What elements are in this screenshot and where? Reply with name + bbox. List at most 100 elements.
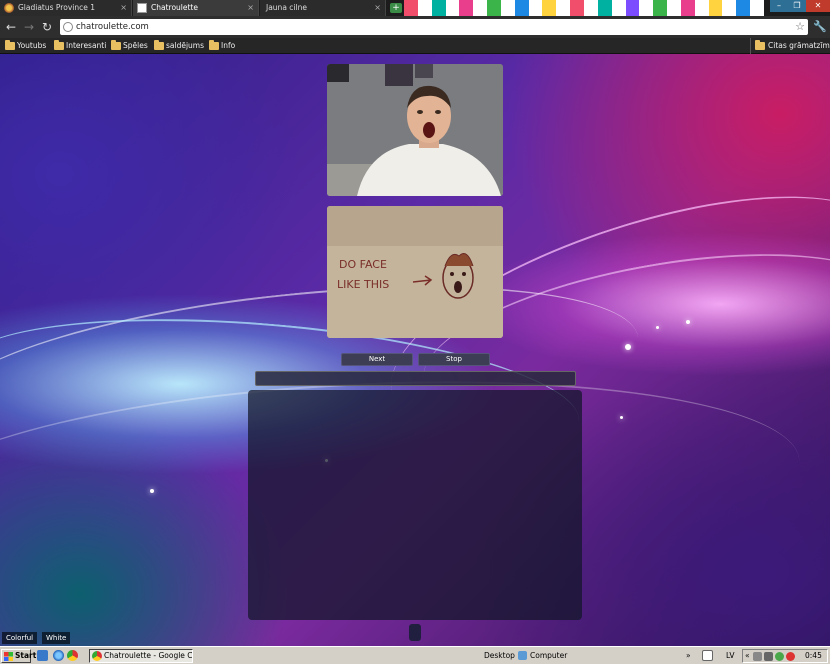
tab-strip: Gladiatus Province 1 × Chatroulette × Ja…	[0, 0, 830, 16]
tray-expand-chevron-icon[interactable]: «	[745, 650, 750, 662]
folder-icon	[111, 40, 121, 50]
address-bar[interactable]: chatroulette.com ☆	[60, 19, 808, 35]
show-desktop-icon[interactable]	[37, 650, 48, 661]
stripe	[750, 0, 764, 16]
tab-gladiatus[interactable]: Gladiatus Province 1 ×	[0, 0, 132, 16]
forward-arrow-icon[interactable]: →	[21, 19, 37, 35]
tab-title: Gladiatus Province 1	[18, 3, 95, 12]
bookmark-interesanti[interactable]: Interesanti	[53, 38, 106, 54]
back-arrow-icon[interactable]: ←	[3, 19, 19, 35]
stripe	[542, 0, 557, 16]
maximize-button[interactable]: ❐	[788, 0, 806, 12]
chrome-icon	[92, 651, 102, 661]
next-button[interactable]: Next	[341, 353, 413, 366]
sparkle	[625, 344, 631, 350]
stripe	[404, 0, 418, 16]
bookmark-info[interactable]: Info	[208, 38, 235, 54]
stripe	[583, 0, 598, 16]
minimize-button[interactable]: –	[770, 0, 788, 12]
security-icon[interactable]	[775, 652, 784, 661]
help-icon[interactable]	[702, 650, 713, 661]
tab-title: Jauna cilne	[266, 3, 307, 12]
sparkle	[620, 416, 623, 419]
bookmarks-bar: Youtubs Interesanti Spēles saldējums Inf…	[0, 38, 830, 54]
bookmark-speles[interactable]: Spēles	[110, 38, 148, 54]
sparkle	[150, 489, 154, 493]
bookmark-other[interactable]: Citas grāmatzīmes	[750, 38, 830, 54]
stripe	[528, 0, 543, 16]
tab-close-icon[interactable]: ×	[374, 0, 381, 16]
start-button[interactable]: Start	[1, 649, 36, 663]
folder-icon	[755, 40, 765, 50]
stripe	[639, 0, 654, 16]
address-text: chatroulette.com	[76, 22, 149, 32]
stripe	[445, 0, 460, 16]
stripe	[597, 0, 612, 16]
stop-button[interactable]: Stop	[418, 353, 490, 366]
stripe	[514, 0, 529, 16]
new-tab-button[interactable]: +	[390, 3, 402, 13]
globe-icon	[63, 22, 73, 32]
reload-icon[interactable]: ↻	[39, 19, 55, 35]
clock: 0:45	[805, 651, 822, 660]
chatroulette-page: DO FACE LIKE THIS Next Stop Colorful Whi…	[0, 54, 830, 646]
folder-icon	[209, 40, 219, 50]
theme-stripes	[404, 0, 764, 16]
sign-text-line2: LIKE THIS	[337, 278, 389, 291]
system-tray: « 0:45	[742, 649, 828, 663]
chrome-icon[interactable]	[67, 650, 78, 661]
stripe	[487, 0, 501, 16]
desktop-toolbar-label[interactable]: Desktop	[484, 650, 515, 662]
stripe	[431, 0, 446, 16]
chat-input[interactable]	[255, 371, 576, 386]
tab-new[interactable]: Jauna cilne ×	[260, 0, 386, 16]
stripe	[417, 0, 432, 16]
toolbar-expand-chevron-icon[interactable]: »	[686, 650, 691, 662]
partner-video	[327, 64, 503, 196]
folder-icon	[154, 40, 164, 50]
self-video: DO FACE LIKE THIS	[327, 206, 503, 338]
sign-text-line1: DO FACE	[339, 258, 387, 271]
wrench-icon[interactable]: 🔧	[812, 19, 828, 35]
stripe	[736, 0, 751, 16]
tab-chatroulette[interactable]: Chatroulette ×	[133, 0, 259, 16]
stripe	[653, 0, 668, 16]
bookmark-youtubs[interactable]: Youtubs	[4, 38, 46, 54]
internet-explorer-icon[interactable]	[53, 650, 64, 661]
stripe	[459, 0, 474, 16]
bookmark-saldejums[interactable]: saldējums	[153, 38, 204, 54]
self-video-frame: DO FACE LIKE THIS	[327, 206, 503, 338]
partner-video-frame	[327, 64, 503, 196]
stripe	[473, 0, 488, 16]
sparkle	[686, 320, 690, 324]
chat-scroll-handle[interactable]	[409, 624, 421, 641]
stripe	[500, 0, 515, 16]
stripe	[556, 0, 571, 16]
stripe	[667, 0, 681, 16]
tab-title: Chatroulette	[151, 3, 198, 12]
gladiatus-favicon-icon	[4, 3, 14, 13]
stripe	[570, 0, 584, 16]
stripe	[625, 0, 640, 16]
stripe	[680, 0, 695, 16]
stripe	[611, 0, 626, 16]
chat-log	[248, 390, 582, 620]
theme-white-link[interactable]: White	[42, 632, 71, 644]
computer-icon	[518, 651, 527, 660]
antivirus-icon[interactable]	[786, 652, 795, 661]
volume-icon[interactable]	[764, 652, 773, 661]
tab-close-icon[interactable]: ×	[247, 0, 254, 16]
windows-logo-icon	[4, 652, 13, 661]
language-indicator[interactable]: LV	[726, 650, 735, 662]
browser-toolbar: ← → ↻ chatroulette.com ☆ 🔧	[0, 16, 830, 38]
tab-close-icon[interactable]: ×	[120, 0, 127, 16]
network-icon[interactable]	[753, 652, 762, 661]
taskbar-chrome-window[interactable]: Chatroulette - Google C...	[89, 649, 193, 663]
stripe	[722, 0, 737, 16]
theme-colorful-link[interactable]: Colorful	[2, 632, 38, 644]
stripe	[708, 0, 723, 16]
stripe	[694, 0, 709, 16]
computer-toolbar-label[interactable]: Computer	[530, 650, 567, 662]
close-window-button[interactable]: ✕	[806, 0, 830, 12]
bookmark-star-icon[interactable]: ☆	[795, 19, 805, 35]
